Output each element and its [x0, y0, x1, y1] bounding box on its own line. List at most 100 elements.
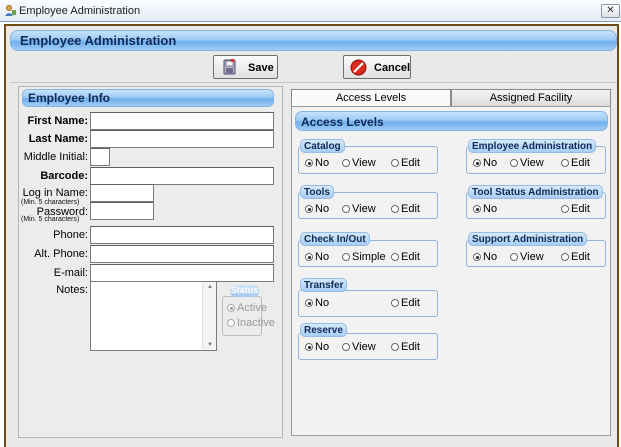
password-input[interactable]	[90, 202, 154, 220]
login-hint: (Min. 5 characters)	[21, 199, 80, 206]
middle-initial-input[interactable]	[90, 148, 110, 166]
catalog-edit-radio[interactable]: Edit	[391, 157, 420, 169]
radio-icon	[342, 343, 350, 352]
radio-icon	[391, 299, 399, 308]
save-icon	[223, 59, 236, 75]
radio-icon	[227, 304, 235, 313]
reserve-no-radio[interactable]: No	[305, 341, 329, 353]
status-active-label: Active	[237, 302, 267, 314]
catalog-view-radio[interactable]: View	[342, 157, 376, 169]
employee-admin-view-radio[interactable]: View	[510, 157, 544, 169]
checkinout-simple-label: Simple	[352, 251, 386, 263]
status-inactive-radio: Inactive	[227, 317, 275, 329]
tool-status-admin-title: Tool Status Administration	[468, 185, 603, 199]
tools-view-radio[interactable]: View	[342, 203, 376, 215]
radio-icon	[305, 343, 313, 352]
close-button[interactable]: ✕	[601, 4, 620, 18]
window-title: Employee Administration	[19, 5, 141, 17]
catalog-view-label: View	[352, 157, 376, 169]
radio-icon	[561, 253, 569, 262]
radio-icon	[391, 343, 399, 352]
tools-no-label: No	[315, 203, 330, 215]
checkinout-simple-radio[interactable]: Simple	[342, 251, 386, 263]
tab-assigned-facility[interactable]: Assigned Facility	[451, 89, 611, 107]
alt-phone-input[interactable]	[90, 245, 274, 263]
tools-no-radio[interactable]: No	[305, 203, 329, 215]
radio-icon	[561, 159, 569, 168]
support-admin-no-label: No	[483, 251, 498, 263]
transfer-edit-label: Edit	[401, 297, 420, 309]
barcode-input[interactable]	[90, 167, 274, 185]
support-admin-title: Support Administration	[468, 232, 588, 246]
catalog-title: Catalog	[300, 139, 345, 153]
save-button[interactable]: Save	[213, 55, 278, 79]
password-hint: (Min. 5 characters)	[21, 216, 80, 223]
radio-icon	[342, 205, 350, 214]
window-titlebar: Employee Administration ✕	[0, 0, 621, 22]
checkinout-title: Check In/Out	[300, 232, 370, 246]
employee-admin-edit-label: Edit	[571, 157, 590, 169]
notes-label: Notes:	[56, 284, 88, 296]
support-admin-edit-radio[interactable]: Edit	[561, 251, 590, 263]
alt-phone-label: Alt. Phone:	[34, 248, 88, 260]
first-name-input[interactable]	[90, 112, 274, 130]
close-icon: ✕	[606, 5, 615, 16]
notes-scrollbar[interactable]: ▲ ▼	[202, 282, 216, 350]
access-levels-header: Access Levels	[295, 111, 608, 131]
reserve-view-radio[interactable]: View	[342, 341, 376, 353]
cancel-label: Cancel	[374, 62, 411, 74]
notes-textarea[interactable]	[90, 281, 217, 351]
cancel-icon	[350, 59, 367, 76]
last-name-input[interactable]	[90, 130, 274, 148]
transfer-no-label: No	[315, 297, 330, 309]
tool-status-admin-edit-label: Edit	[571, 203, 590, 215]
radio-icon	[391, 159, 399, 168]
tools-edit-radio[interactable]: Edit	[391, 203, 420, 215]
tools-view-label: View	[352, 203, 376, 215]
radio-icon	[510, 159, 518, 168]
checkinout-edit-label: Edit	[401, 251, 420, 263]
employee-admin-no-radio[interactable]: No	[473, 157, 497, 169]
scroll-up-icon[interactable]: ▲	[207, 284, 213, 290]
transfer-no-radio[interactable]: No	[305, 297, 329, 309]
status-title: Status	[230, 285, 259, 297]
tool-status-admin-no-label: No	[483, 203, 498, 215]
tools-edit-label: Edit	[401, 203, 420, 215]
cancel-button[interactable]: Cancel	[343, 55, 411, 79]
radio-icon	[305, 205, 313, 214]
login-input[interactable]	[90, 184, 154, 202]
reserve-view-label: View	[352, 341, 376, 353]
status-active-radio: Active	[227, 302, 267, 314]
person-icon	[5, 5, 16, 16]
employee-info-header: Employee Info	[22, 89, 274, 107]
tab-access-levels[interactable]: Access Levels	[291, 89, 451, 107]
support-admin-view-label: View	[520, 251, 544, 263]
reserve-edit-radio[interactable]: Edit	[391, 341, 420, 353]
checkinout-no-radio[interactable]: No	[305, 251, 329, 263]
reserve-no-label: No	[315, 341, 330, 353]
phone-input[interactable]	[90, 226, 274, 244]
scroll-down-icon[interactable]: ▼	[207, 342, 213, 348]
radio-icon	[305, 159, 313, 168]
email-label: E-mail:	[53, 267, 88, 279]
middle-initial-label: Middle Initial:	[23, 151, 88, 163]
employee-admin-title: Employee Administration	[468, 139, 597, 153]
tool-status-admin-no-radio[interactable]: No	[473, 203, 497, 215]
support-admin-no-radio[interactable]: No	[473, 251, 497, 263]
tool-status-admin-edit-radio[interactable]: Edit	[561, 203, 590, 215]
support-admin-view-radio[interactable]: View	[510, 251, 544, 263]
page-title: Employee Administration	[10, 30, 617, 51]
status-inactive-label: Inactive	[237, 317, 275, 329]
radio-icon	[305, 299, 313, 308]
radio-icon	[342, 253, 350, 262]
radio-icon	[305, 253, 313, 262]
catalog-no-radio[interactable]: No	[305, 157, 329, 169]
email-input[interactable]	[90, 264, 274, 282]
checkinout-edit-radio[interactable]: Edit	[391, 251, 420, 263]
transfer-edit-radio[interactable]: Edit	[391, 297, 420, 309]
employee-admin-view-label: View	[520, 157, 544, 169]
login-label: Log in Name:	[22, 187, 88, 199]
employee-admin-no-label: No	[483, 157, 498, 169]
employee-admin-edit-radio[interactable]: Edit	[561, 157, 590, 169]
radio-icon	[391, 205, 399, 214]
